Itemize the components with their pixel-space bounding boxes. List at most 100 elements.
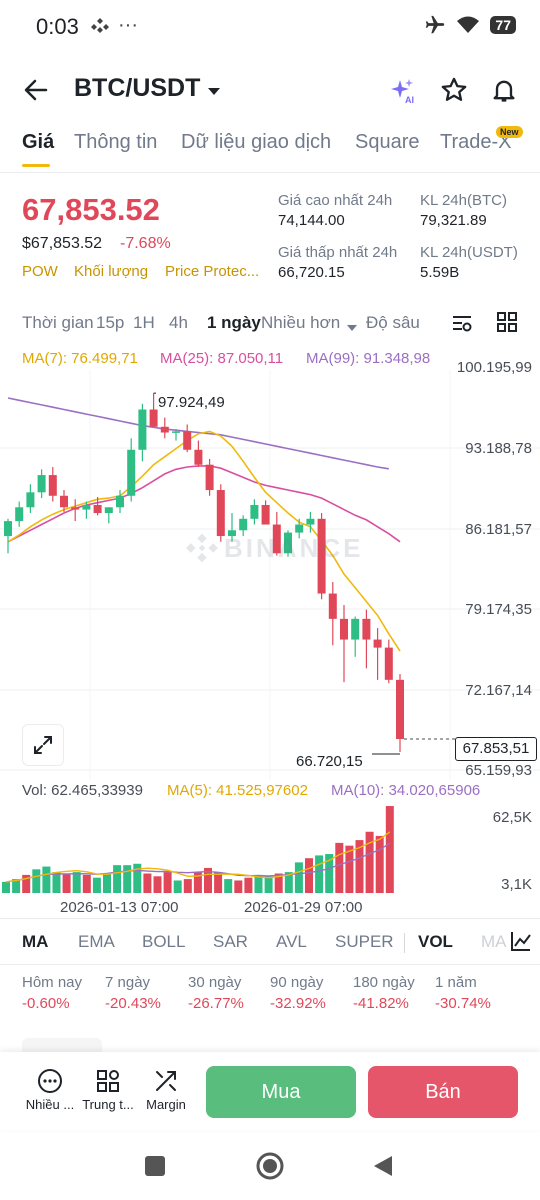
tab-square[interactable]: Square (355, 131, 420, 154)
indicator-chart-icon[interactable] (508, 930, 532, 957)
indicator-avl[interactable]: AVL (276, 932, 307, 952)
indicator-ma[interactable]: MA (22, 932, 48, 952)
volume-bar (385, 806, 394, 893)
volume-bar (82, 874, 91, 893)
perf-label-180d: 180 ngày (353, 974, 415, 991)
candle-body (138, 409, 147, 450)
back-button[interactable] (22, 76, 50, 109)
status-time: 0:03 (36, 14, 79, 39)
volume-bar (365, 831, 374, 893)
indicator-super[interactable]: SUPER (335, 932, 394, 952)
indicator-sar[interactable]: SAR (213, 932, 248, 952)
sell-button[interactable]: Bán (368, 1066, 518, 1118)
perf-value-7d: -20.43% (105, 995, 161, 1012)
tab-price[interactable]: Giá (22, 131, 54, 154)
last-price: 67,853.52 (22, 192, 160, 227)
indicator-ma-sub[interactable]: MA (481, 932, 507, 952)
volume-bar (234, 880, 243, 893)
margin-icon (156, 1071, 176, 1091)
axis-label: 93.188,78 (465, 440, 532, 457)
axis-label: 72.167,14 (465, 682, 532, 699)
low-label: Giá thấp nhất 24h (278, 244, 398, 261)
interval-1h[interactable]: 1H (133, 313, 155, 333)
interval-15m[interactable]: 15p (96, 313, 124, 333)
interval-more[interactable]: Nhiều hơn (261, 313, 340, 333)
candle-body (104, 507, 113, 514)
volume-bar (72, 872, 81, 893)
indicator-ema[interactable]: EMA (78, 932, 115, 952)
perf-value-180d: -41.82% (353, 995, 409, 1012)
tag-volume[interactable]: Khối lượng (74, 263, 148, 280)
more-action-label: Nhiều ... (25, 1097, 75, 1112)
volume-bar (335, 842, 344, 893)
expand-icon (34, 736, 52, 754)
binance-watermark: BINANCE (186, 532, 363, 564)
trading-center-action[interactable]: Trung t... (78, 1068, 138, 1112)
vol-usdt-label: KL 24h(USDT) (420, 244, 518, 261)
more-action[interactable]: Nhiều ... (20, 1068, 80, 1112)
depth-tab[interactable]: Độ sâu (366, 313, 420, 333)
perf-value-30d: -26.77% (188, 995, 244, 1012)
ma25-label: MA(25): 87.050,11 (160, 350, 284, 367)
watermark-text: BINANCE (224, 532, 364, 563)
indicator-vol[interactable]: VOL (418, 932, 453, 952)
candle-body (48, 475, 57, 496)
back-nav-button[interactable] (372, 1154, 394, 1183)
volume-bar (52, 872, 61, 893)
tag-price-protection[interactable]: Price Protec... (165, 263, 259, 280)
margin-label: Margin (146, 1097, 186, 1112)
high-annotation: 97.924,49 (158, 394, 225, 411)
new-badge: New (496, 126, 523, 138)
more-dropdown-icon[interactable] (346, 319, 358, 337)
candle-body (250, 504, 259, 519)
price-change: -7.68% (120, 235, 171, 252)
ma7-label: MA(7): 76.499,71 (22, 350, 138, 367)
candle-body (362, 618, 371, 640)
volume-bar (92, 877, 101, 893)
axis-label: 86.181,57 (465, 521, 532, 538)
chart-settings-icon[interactable] (450, 311, 474, 340)
vol-usdt-value: 5.59B (420, 264, 460, 281)
buy-button[interactable]: Mua (206, 1066, 356, 1118)
ai-sparkle-icon[interactable]: AI (388, 76, 418, 111)
candle-body (194, 449, 203, 465)
perf-value-today: -0.60% (22, 995, 70, 1012)
trading-center-label: Trung t... (82, 1097, 134, 1112)
pair-dropdown-icon[interactable] (207, 84, 221, 102)
tag-pow[interactable]: POW (22, 263, 58, 280)
pair-title[interactable]: BTC/USDT (74, 74, 200, 103)
favorite-star-icon[interactable] (440, 76, 468, 109)
tab-trading-data[interactable]: Dữ liệu giao dịch (181, 131, 331, 154)
grid-layout-icon[interactable] (496, 311, 518, 338)
high-value: 74,144.00 (278, 212, 345, 229)
divider (0, 172, 540, 173)
interval-time-label: Thời gian (22, 313, 94, 332)
interval-1d[interactable]: 1 ngày (207, 313, 261, 333)
candle-body (60, 495, 68, 508)
interval-4h[interactable]: 4h (169, 313, 188, 333)
candle-body (373, 639, 382, 648)
perf-label-90d: 90 ngày (270, 974, 324, 991)
recent-apps-button[interactable] (145, 1156, 165, 1176)
margin-action[interactable]: Margin (136, 1068, 196, 1112)
expand-chart-button[interactable] (22, 724, 64, 766)
arrow-left-icon (24, 79, 48, 101)
bell-icon[interactable] (490, 76, 518, 109)
divider (0, 964, 540, 965)
low-value: 66,720.15 (278, 264, 345, 281)
home-button[interactable] (256, 1152, 284, 1185)
volume-bar (264, 876, 273, 893)
candle-body (328, 593, 337, 619)
volume-bar (143, 873, 152, 893)
volume-bar (163, 872, 172, 893)
price-chart[interactable] (0, 370, 540, 780)
axis-label: 100.195,99 (456, 359, 532, 376)
candle-body (15, 507, 24, 522)
volume-bar (375, 835, 384, 893)
tab-info[interactable]: Thông tin (74, 131, 157, 154)
candle-body (384, 647, 393, 680)
vol-axis-bottom: 3,1K (501, 876, 532, 893)
current-price-tag: 67.853,51 (455, 737, 537, 761)
indicator-boll[interactable]: BOLL (142, 932, 185, 952)
date-label: 2026-01-29 07:00 (244, 899, 363, 916)
